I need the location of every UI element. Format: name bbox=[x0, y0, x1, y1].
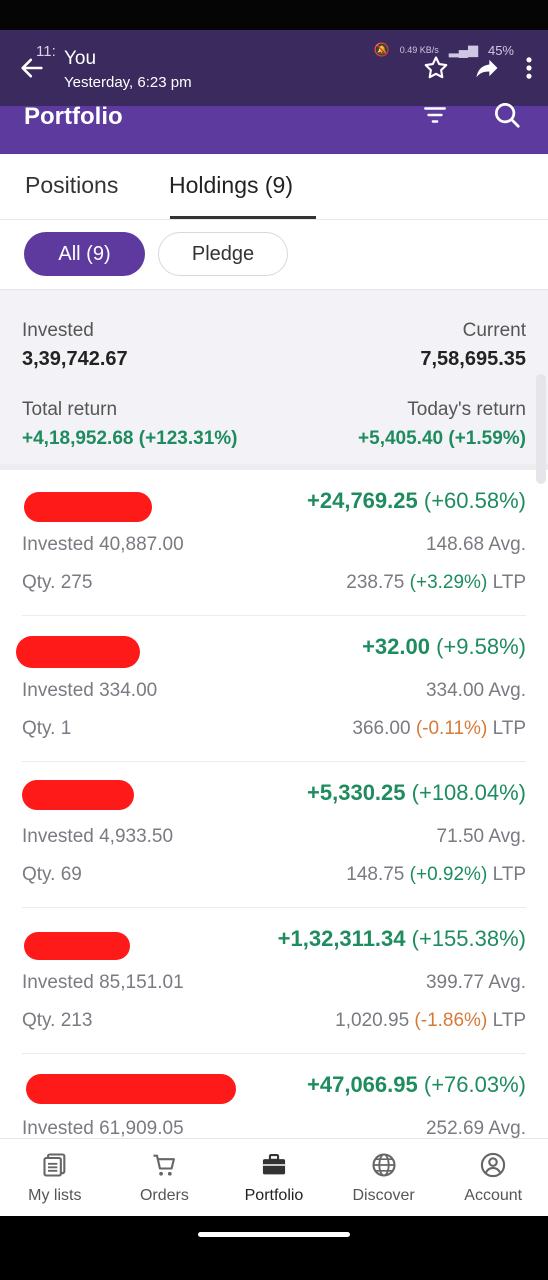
holding-pnl: +5,330.25 (+108.04%) bbox=[307, 780, 526, 805]
holding-pnl: +24,769.25 (+60.58%) bbox=[307, 488, 526, 513]
invested-label: Invested bbox=[22, 320, 94, 341]
holding-row[interactable]: +32.00 (+9.58%) Invested 334.00 334.00 A… bbox=[16, 616, 526, 762]
holding-qty: Qty. 213 bbox=[22, 1010, 93, 1031]
filter-all-chip[interactable]: All (9) bbox=[24, 232, 145, 276]
holding-qty: Qty. 1 bbox=[22, 718, 72, 739]
nav-label: Account bbox=[464, 1187, 523, 1204]
holding-avg: 71.50 Avg. bbox=[436, 826, 526, 847]
sender-name: You bbox=[64, 48, 97, 69]
holding-avg: 399.77 Avg. bbox=[425, 972, 526, 993]
nav-orders[interactable]: Orders bbox=[110, 1139, 220, 1216]
nav-label: My lists bbox=[28, 1187, 82, 1204]
scrollbar-thumb[interactable] bbox=[536, 374, 546, 484]
app-actions bbox=[422, 100, 522, 130]
active-tab-indicator bbox=[170, 216, 316, 219]
portfolio-summary: Invested 3,39,742.67 Current 7,58,695.35… bbox=[0, 290, 548, 470]
total-return-label: Total return bbox=[22, 399, 118, 420]
filter-pledge-chip[interactable]: Pledge bbox=[158, 232, 288, 276]
holding-avg: 148.68 Avg. bbox=[425, 534, 526, 555]
holding-ltp: 366.00 (-0.11%) LTP bbox=[352, 718, 526, 739]
nav-account[interactable]: Account bbox=[438, 1139, 548, 1216]
invested-value: 3,39,742.67 bbox=[22, 348, 128, 370]
holding-invested: Invested 85,151.01 bbox=[22, 972, 184, 993]
holding-invested: Invested 40,887.00 bbox=[22, 534, 184, 555]
page-title: Portfolio bbox=[24, 103, 123, 130]
sort-icon[interactable] bbox=[422, 102, 448, 128]
holding-invested: Invested 334.00 bbox=[22, 680, 158, 701]
star-icon[interactable] bbox=[422, 54, 450, 82]
cart-icon bbox=[153, 1154, 176, 1176]
holding-ltp: 238.75 (+3.29%) LTP bbox=[346, 572, 526, 593]
app-bar: Portfolio bbox=[0, 103, 548, 154]
nav-portfolio[interactable]: Portfolio bbox=[219, 1139, 329, 1216]
mute-icon: 🔕 bbox=[373, 42, 390, 57]
holding-pnl: +1,32,311.34 (+155.38%) bbox=[277, 926, 526, 951]
filter-chips: All (9) Pledge bbox=[0, 220, 548, 290]
holding-row[interactable]: +1,32,311.34 (+155.38%) Invested 85,151.… bbox=[22, 908, 526, 1054]
nav-my-lists[interactable]: My lists bbox=[0, 1139, 110, 1216]
current-label: Current bbox=[462, 320, 526, 341]
system-status-bar bbox=[0, 0, 548, 30]
redacted-stock-name bbox=[24, 492, 152, 522]
tab-positions[interactable]: Positions bbox=[25, 172, 118, 199]
holding-ltp: 148.75 (+0.92%) LTP bbox=[346, 864, 526, 885]
holding-row[interactable]: +5,330.25 (+108.04%) Invested 4,933.50 7… bbox=[22, 762, 526, 908]
nav-label: Portfolio bbox=[244, 1187, 304, 1204]
home-indicator[interactable] bbox=[198, 1232, 350, 1237]
redacted-stock-name bbox=[24, 932, 130, 960]
globe-icon bbox=[372, 1153, 396, 1177]
todays-return-label: Today's return bbox=[407, 399, 526, 420]
search-icon[interactable] bbox=[492, 100, 522, 130]
holding-invested: Invested 4,933.50 bbox=[22, 826, 174, 847]
holding-avg: 334.00 Avg. bbox=[425, 680, 526, 701]
holding-avg: 252.69 Avg. bbox=[425, 1118, 526, 1138]
list-icon bbox=[43, 1153, 66, 1177]
holding-pnl: +47,066.95 (+76.03%) bbox=[307, 1072, 526, 1097]
redacted-stock-name bbox=[22, 780, 134, 810]
nav-label: Orders bbox=[139, 1187, 189, 1204]
nav-label: Discover bbox=[352, 1187, 415, 1204]
tab-holdings[interactable]: Holdings (9) bbox=[169, 172, 293, 199]
briefcase-icon bbox=[262, 1154, 286, 1175]
back-arrow-icon[interactable] bbox=[18, 54, 46, 82]
message-timestamp: Yesterday, 6:23 pm bbox=[64, 74, 192, 91]
redacted-stock-name bbox=[16, 636, 140, 668]
holdings-list: +24,769.25 (+60.58%) Invested 40,887.00 … bbox=[0, 470, 548, 1138]
total-return-value: +4,18,952.68 (+123.31%) bbox=[22, 428, 238, 449]
nav-discover[interactable]: Discover bbox=[329, 1139, 439, 1216]
bottom-navigation: My lists Orders Portfolio Discover Accou… bbox=[0, 1138, 548, 1216]
holding-row[interactable]: +24,769.25 (+60.58%) Invested 40,887.00 … bbox=[22, 470, 526, 616]
holding-qty: Qty. 275 bbox=[22, 572, 93, 593]
todays-return-value: +5,405.40 (+1.59%) bbox=[358, 428, 526, 449]
more-vert-icon[interactable] bbox=[524, 54, 534, 82]
viewer-actions bbox=[422, 54, 534, 82]
forward-icon[interactable] bbox=[472, 54, 502, 82]
user-icon bbox=[481, 1152, 506, 1178]
holding-pnl: +32.00 (+9.58%) bbox=[362, 634, 526, 659]
holding-qty: Qty. 69 bbox=[22, 864, 82, 885]
holding-row[interactable]: +47,066.95 (+76.03%) Invested 61,909.05 … bbox=[22, 1054, 526, 1138]
holding-ltp: 1,020.95 (-1.86%) LTP bbox=[335, 1010, 526, 1031]
holding-invested: Invested 61,909.05 bbox=[22, 1118, 184, 1138]
redacted-stock-name bbox=[26, 1074, 236, 1104]
tab-bar: Positions Holdings (9) bbox=[0, 154, 548, 220]
current-value: 7,58,695.35 bbox=[420, 348, 526, 370]
portfolio-content: Positions Holdings (9) All (9) Pledge In… bbox=[0, 154, 548, 1138]
